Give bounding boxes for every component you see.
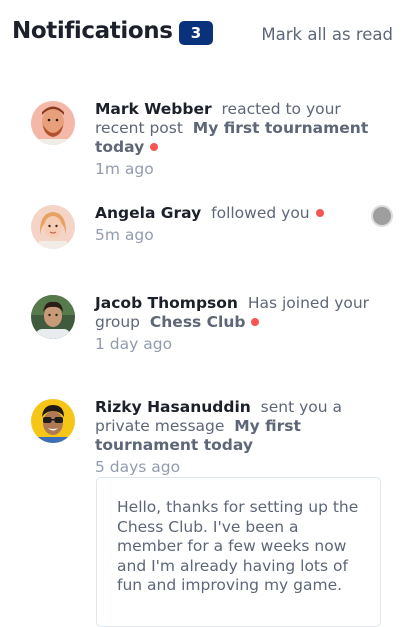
notification-time: 1 day ago xyxy=(95,335,173,353)
unread-dot-icon xyxy=(150,143,159,151)
mark-all-as-read-button[interactable]: Mark all as read xyxy=(261,25,393,44)
notification-user-name[interactable]: Rizky Hasanuddin xyxy=(95,398,251,416)
notification-text: Jacob Thompson Has joined your group Che… xyxy=(95,294,395,354)
notification-user-name[interactable]: Angela Gray xyxy=(95,204,201,222)
notification-time: 5m ago xyxy=(95,226,154,244)
notification-user-name[interactable]: Mark Webber xyxy=(95,100,212,118)
notifications-header: Notifications 3 Mark all as read xyxy=(0,0,409,68)
notification-time: 5 days ago xyxy=(95,458,181,476)
page-title: Notifications xyxy=(12,18,173,44)
private-message-preview[interactable]: Hello, thanks for setting up the Chess C… xyxy=(96,477,381,627)
avatar-icon[interactable] xyxy=(31,205,75,249)
avatar-icon[interactable] xyxy=(31,399,75,443)
notification-user-name[interactable]: Jacob Thompson xyxy=(95,294,238,312)
unread-dot-icon xyxy=(315,209,324,217)
notification-text: Mark Webber reacted to your recent post … xyxy=(95,100,395,179)
unread-count-badge: 3 xyxy=(179,21,213,45)
notification-text: Rizky Hasanuddin sent you a private mess… xyxy=(95,398,395,477)
avatar-icon[interactable] xyxy=(31,101,75,145)
scrollbar-thumb[interactable] xyxy=(371,205,393,227)
unread-dot-icon xyxy=(251,318,260,326)
notification-action: followed you xyxy=(211,204,310,222)
notification-time: 1m ago xyxy=(95,160,154,178)
notification-target-link[interactable]: Chess Club xyxy=(150,313,246,331)
notification-text: Angela Gray followed you 5m ago xyxy=(95,204,395,245)
avatar-icon[interactable] xyxy=(31,295,75,339)
